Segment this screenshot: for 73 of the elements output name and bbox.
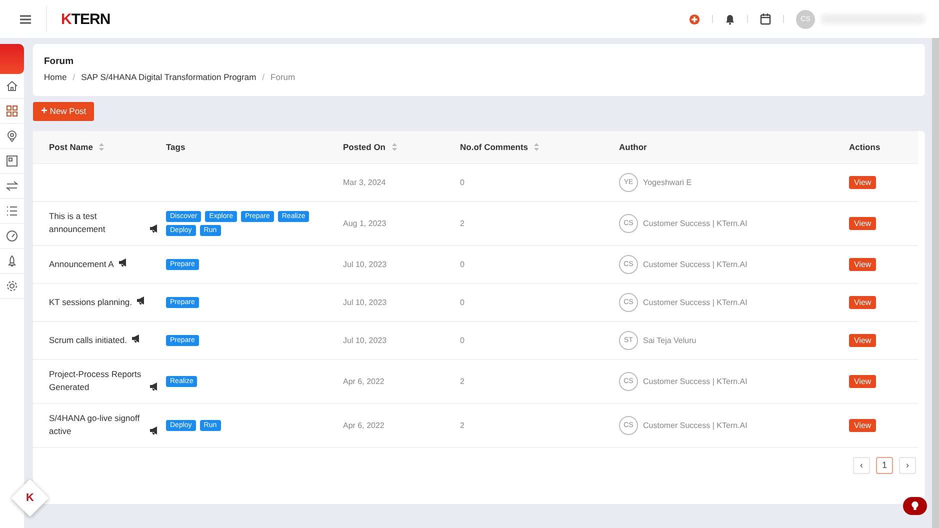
next-page-button[interactable]: › [899, 456, 916, 474]
lightbulb-button[interactable] [903, 497, 927, 515]
new-post-button[interactable]: + New Post [33, 102, 94, 120]
scrollbar[interactable] [932, 38, 939, 528]
grid-icon [6, 105, 18, 117]
logo[interactable]: KTERN [61, 10, 110, 28]
bell-icon[interactable] [725, 14, 735, 24]
breadcrumb-link[interactable]: Home [44, 72, 67, 82]
column-header: Post Name [49, 142, 93, 152]
view-button[interactable]: View [849, 216, 876, 230]
menu-icon[interactable] [20, 14, 31, 24]
author-name: Sai Teja Veluru [643, 336, 696, 344]
author-name: Customer Success | KTern.AI [643, 376, 748, 386]
view-button[interactable]: View [849, 418, 876, 432]
author-name: Yogeshwari E [643, 178, 692, 186]
author-name: Customer Success | KTern.AI [643, 298, 748, 306]
comment-count: 0 [460, 334, 466, 346]
add-circle-icon[interactable] [689, 14, 700, 24]
view-button[interactable]: View [849, 334, 876, 346]
megaphone-icon [149, 382, 159, 391]
column-header: Author [619, 142, 647, 152]
megaphone-icon [136, 296, 146, 306]
column-header: Actions [849, 142, 880, 152]
gear-icon [6, 280, 18, 292]
column-header: Posted On [343, 142, 386, 152]
previous-page-button[interactable]: ‹ [853, 456, 870, 474]
posted-date: Apr 6, 2022 [343, 420, 386, 432]
comment-count: 0 [460, 176, 466, 188]
gauge-icon [6, 230, 18, 242]
author-name: Customer Success | KTern.AI [643, 420, 748, 430]
comment-count: 0 [460, 258, 466, 270]
view-button[interactable]: View [849, 176, 876, 188]
view-button[interactable]: View [849, 374, 876, 388]
view-button[interactable]: View [849, 296, 876, 308]
column-header: Tags [166, 142, 186, 152]
lightbulb-icon [911, 501, 919, 511]
floating-logo-button[interactable]: K [12, 480, 48, 516]
home-icon [6, 80, 18, 92]
post-name[interactable]: KT sessions planning. [49, 296, 132, 308]
post-name[interactable]: This is a test announcement [49, 210, 145, 236]
breadcrumb-link[interactable]: SAP S/4HANA Digital Transformation Program [81, 72, 256, 82]
list-icon [6, 205, 18, 217]
page-number-button[interactable]: 1 [876, 456, 893, 474]
post-name[interactable]: Announcement A [49, 258, 114, 270]
author-name: Customer Success | KTern.AI [643, 260, 748, 268]
posted-date: Jul 10, 2023 [343, 334, 388, 346]
page-title: Forum [44, 56, 75, 67]
posted-date: Jul 10, 2023 [343, 296, 388, 308]
posted-date: Mar 3, 2024 [343, 176, 387, 188]
megaphone-icon [118, 258, 128, 268]
posted-date: Apr 6, 2022 [343, 376, 386, 388]
comment-count: 2 [460, 420, 466, 432]
megaphone-icon [149, 426, 159, 435]
author-name: Customer Success | KTern.AI [643, 218, 748, 228]
swap-icon [6, 180, 18, 192]
posted-date: Aug 1, 2023 [343, 218, 388, 230]
comment-count: 2 [460, 218, 466, 230]
column-header: No.of Comments [460, 142, 528, 152]
post-name[interactable]: S/4HANA go-live signoff active [49, 412, 145, 438]
layout-icon [6, 155, 18, 167]
post-name[interactable]: Scrum calls initiated. [49, 334, 127, 346]
post-name[interactable]: Project-Process Reports Generated [49, 368, 145, 394]
posted-date: Jul 10, 2023 [343, 258, 388, 270]
breadcrumb-separator: / [72, 72, 76, 82]
calendar-icon[interactable] [760, 13, 771, 25]
rocket-icon [6, 255, 18, 267]
megaphone-icon [149, 224, 159, 233]
view-button[interactable]: View [849, 258, 876, 270]
comment-count: 0 [460, 296, 466, 308]
comment-count: 2 [460, 376, 466, 388]
pin-icon [6, 130, 18, 142]
breadcrumb-separator: / [262, 72, 265, 82]
megaphone-icon [130, 334, 141, 344]
